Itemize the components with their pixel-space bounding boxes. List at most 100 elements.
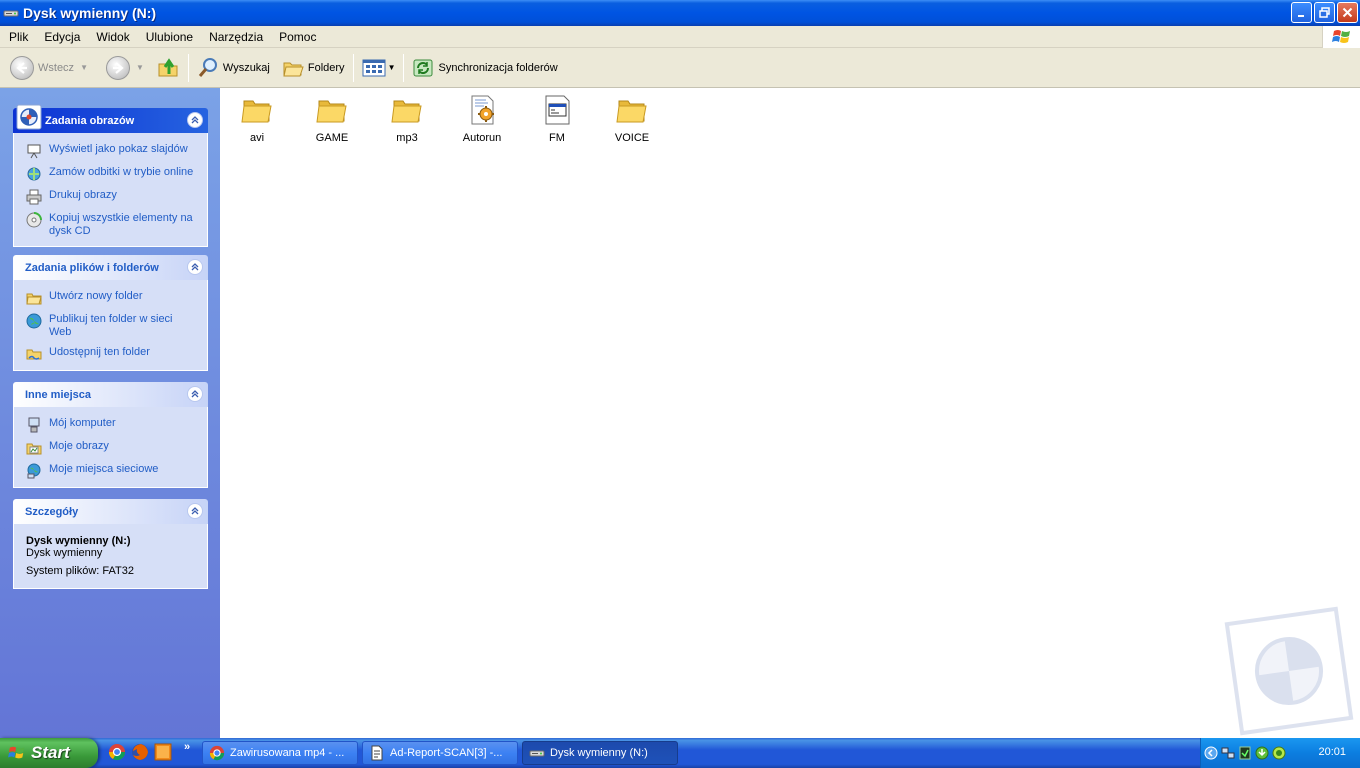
print-pictures-task[interactable]: Drukuj obrazy (26, 189, 195, 205)
cd-icon (26, 212, 42, 228)
new-folder-task[interactable]: Utwórz nowy folder (26, 290, 195, 306)
firefox-icon[interactable] (131, 743, 149, 761)
taskbar-item-label: Dysk wymienny (N:) (550, 747, 648, 759)
start-button[interactable]: Start (0, 738, 98, 768)
collapse-chevron-icon[interactable] (187, 386, 203, 402)
share-folder-task[interactable]: Udostępnij ten folder (26, 346, 195, 362)
sync-label: Synchronizacja folderów (438, 61, 558, 74)
task-label: Udostępnij ten folder (49, 346, 150, 358)
taskbar-item-label: Zawirusowana mp4 - ... (230, 747, 345, 759)
details-filesystem: System plików: FAT32 (26, 565, 134, 577)
restore-icon (1319, 7, 1330, 18)
folder-item[interactable]: avi (220, 94, 294, 144)
system-tray: 20:01 (1200, 738, 1360, 768)
item-name: GAME (315, 132, 349, 144)
slideshow-task[interactable]: Wyświetl jako pokaz slajdów (26, 143, 195, 159)
views-icon (362, 59, 386, 76)
antivirus-icon[interactable] (1272, 746, 1286, 760)
other-places-title: Inne miejsca (25, 388, 92, 401)
security-icon[interactable] (1238, 746, 1252, 760)
folder-item[interactable]: mp3 (370, 94, 444, 144)
collapse-chevron-icon[interactable] (187, 259, 203, 275)
back-dropdown-icon[interactable]: ▼ (80, 63, 88, 72)
my-computer-link[interactable]: Mój komputer (26, 417, 195, 433)
task-label: Zamów odbitki w trybie online (49, 166, 194, 178)
other-places-header[interactable]: Inne miejsca (13, 382, 208, 407)
removable-drive-icon (529, 750, 545, 757)
taskbar-item-report[interactable]: Ad-Report-SCAN[3] -... (362, 741, 518, 765)
collapse-chevron-icon[interactable] (187, 503, 203, 519)
sync-folders-button[interactable]: Synchronizacja folderów (408, 52, 561, 84)
file-folder-tasks-title: Zadania plików i folderów (25, 261, 159, 274)
order-prints-task[interactable]: Zamów odbitki w trybie online (26, 166, 195, 182)
up-folder-button[interactable] (152, 52, 184, 84)
window-titlebar[interactable]: Dysk wymienny (N:) (0, 0, 1360, 26)
item-name: avi (249, 132, 265, 144)
menu-favorites[interactable]: Ulubione (137, 30, 200, 44)
vlc-media-icon[interactable] (154, 743, 172, 761)
taskbar-item-label: Ad-Report-SCAN[3] -... (390, 747, 503, 759)
views-dropdown-icon: ▼ (387, 63, 396, 72)
toolbar-separator (352, 53, 354, 82)
file-item[interactable]: Autorun (445, 94, 519, 144)
new-folder-icon (26, 293, 42, 305)
slideshow-icon (27, 144, 41, 159)
back-button[interactable]: Wstecz ▼ (6, 52, 92, 84)
windows-flag-icon (8, 746, 25, 759)
taskbar-item-explorer[interactable]: Dysk wymienny (N:) (522, 741, 678, 765)
file-folder-tasks-header[interactable]: Zadania plików i folderów (13, 255, 208, 280)
details-header[interactable]: Szczegóły (13, 499, 208, 524)
folder-icon (316, 100, 347, 123)
collapse-chevron-icon[interactable] (187, 112, 203, 128)
my-network-places-link[interactable]: Moje miejsca sieciowe (26, 463, 195, 479)
taskbar-item-chrome[interactable]: Zawirusowana mp4 - ... (202, 741, 358, 765)
search-button[interactable]: Wyszukaj (193, 52, 274, 84)
picture-tasks-icon (16, 104, 42, 130)
menu-tools[interactable]: Narzędzia (200, 30, 270, 44)
folders-button[interactable]: Foldery (278, 52, 349, 84)
picture-tasks-body: Wyświetl jako pokaz slajdów Zamów odbitk… (13, 133, 208, 247)
menu-bar: Plik Edycja Widok Ulubione Narzędzia Pom… (0, 26, 1360, 48)
publish-web-task[interactable]: Publikuj ten folder w sieci Web (26, 313, 195, 339)
views-button[interactable]: ▼ (358, 52, 400, 84)
details-drive-type: Dysk wymienny (26, 547, 103, 559)
sync-icon (413, 59, 433, 76)
my-pictures-link[interactable]: Moje obrazy (26, 440, 195, 456)
folder-item[interactable]: GAME (295, 94, 369, 144)
back-label: Wstecz (38, 61, 75, 74)
quick-launch-more[interactable]: » (184, 741, 190, 753)
forward-dropdown-icon[interactable]: ▼ (136, 63, 144, 72)
close-icon (1342, 7, 1353, 18)
picture-tasks-panel: Zadania obrazów Wyświetl jako pokaz slaj… (13, 104, 208, 247)
tray-expand-icon[interactable] (1204, 746, 1218, 760)
update-icon[interactable] (1255, 746, 1269, 760)
place-label: Moje miejsca sieciowe (49, 463, 159, 475)
item-name: Autorun (462, 132, 502, 144)
network-icon[interactable] (1221, 746, 1235, 760)
menu-file[interactable]: Plik (0, 30, 35, 44)
file-list-area[interactable]: avi GAME mp3 Autorun FM VOICE (220, 88, 1360, 738)
menu-help[interactable]: Pomoc (270, 30, 323, 44)
clock[interactable]: 20:01 (1318, 746, 1346, 758)
folders-label: Foldery (307, 61, 345, 74)
minimize-icon (1298, 15, 1304, 17)
file-item[interactable]: FM (520, 94, 594, 144)
close-button[interactable] (1337, 2, 1358, 23)
restore-button[interactable] (1314, 2, 1335, 23)
menu-edit[interactable]: Edycja (35, 30, 87, 44)
forward-button[interactable]: ▼ (102, 52, 148, 84)
folder-icon (616, 100, 647, 123)
shared-folder-icon (26, 349, 42, 360)
start-label: Start (31, 743, 70, 762)
copy-to-cd-task[interactable]: Kopiuj wszystkie elementy na dysk CD (26, 212, 195, 238)
picture-tasks-header[interactable]: Zadania obrazów (13, 104, 208, 133)
task-label: Utwórz nowy folder (49, 290, 143, 302)
globe-icon (26, 313, 42, 329)
other-places-panel: Inne miejsca Mój komputer Moje obrazy Mo… (13, 382, 208, 488)
minimize-button[interactable] (1291, 2, 1312, 23)
task-label: Drukuj obrazy (49, 189, 117, 201)
chrome-icon[interactable] (108, 743, 126, 761)
folder-item[interactable]: VOICE (595, 94, 669, 144)
pictures-folder-icon (26, 443, 42, 455)
menu-view[interactable]: Widok (87, 30, 136, 44)
